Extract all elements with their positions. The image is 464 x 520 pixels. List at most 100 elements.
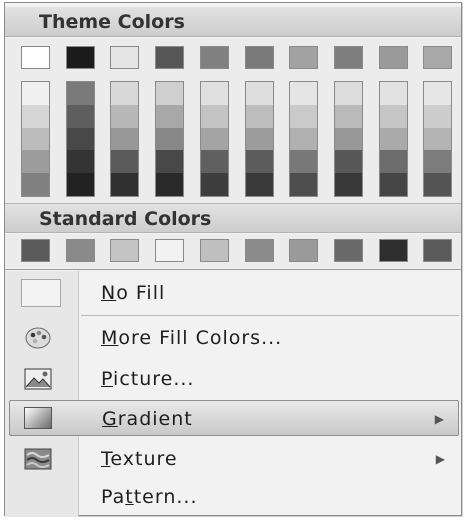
standard-color-swatch[interactable] <box>333 239 363 262</box>
theme-shade-swatch[interactable] <box>66 82 94 105</box>
more-fill-colors-item[interactable]: More Fill Colors... <box>9 320 459 356</box>
theme-shade-swatch[interactable] <box>22 104 49 128</box>
theme-shade-column <box>155 81 185 197</box>
standard-color-swatch[interactable] <box>244 239 274 262</box>
theme-shade-swatch[interactable] <box>334 150 362 174</box>
theme-shade-swatch[interactable] <box>111 104 139 128</box>
picture-icon <box>23 367 53 391</box>
theme-shade-swatch[interactable] <box>200 82 228 105</box>
theme-shade-swatch[interactable] <box>290 82 318 105</box>
theme-shade-swatch[interactable] <box>379 150 407 174</box>
theme-shade-swatch[interactable] <box>22 150 49 174</box>
standard-color-swatch[interactable] <box>423 239 453 262</box>
standard-color-swatch[interactable] <box>378 239 408 262</box>
theme-shade-swatch[interactable] <box>424 173 452 196</box>
theme-shade-column <box>423 81 453 197</box>
theme-shade-swatch[interactable] <box>22 82 49 105</box>
theme-colors-title: Theme Colors <box>39 11 185 33</box>
standard-color-swatch[interactable] <box>289 239 319 262</box>
theme-shade-swatch[interactable] <box>200 173 228 196</box>
theme-shade-swatch[interactable] <box>200 150 228 174</box>
theme-shade-swatch[interactable] <box>156 82 184 105</box>
theme-shade-swatch[interactable] <box>334 127 362 151</box>
texture-icon <box>23 447 53 471</box>
theme-color-swatch[interactable] <box>333 46 363 69</box>
theme-color-swatch[interactable] <box>21 46 50 69</box>
theme-color-swatch[interactable] <box>155 46 185 69</box>
theme-shade-swatch[interactable] <box>156 150 184 174</box>
gradient-label: Gradient <box>102 408 193 430</box>
theme-shade-swatch[interactable] <box>245 104 273 128</box>
theme-shade-swatch[interactable] <box>245 82 273 105</box>
menu-separator <box>81 315 459 316</box>
no-fill-item[interactable]: No Fill <box>9 275 459 311</box>
theme-color-swatch[interactable] <box>244 46 274 69</box>
theme-shade-swatch[interactable] <box>156 127 184 151</box>
theme-shade-swatch[interactable] <box>424 127 452 151</box>
fill-color-dropdown: Theme Colors Standard Colors No Fill Mor… <box>4 2 462 517</box>
theme-colors-header: Theme Colors <box>5 7 461 37</box>
gradient-item[interactable]: Gradient ▶ <box>9 400 459 436</box>
theme-shade-swatch[interactable] <box>111 150 139 174</box>
theme-shade-swatch[interactable] <box>290 104 318 128</box>
divider <box>5 269 461 270</box>
theme-shade-swatch[interactable] <box>334 173 362 196</box>
theme-shade-swatch[interactable] <box>424 150 452 174</box>
theme-shade-swatch[interactable] <box>22 127 49 151</box>
theme-shade-swatch[interactable] <box>200 127 228 151</box>
theme-shade-swatch[interactable] <box>290 150 318 174</box>
theme-color-swatch[interactable] <box>65 46 95 69</box>
more-fill-colors-label: More Fill Colors... <box>101 327 283 349</box>
theme-shade-swatch[interactable] <box>111 173 139 196</box>
theme-shade-swatch[interactable] <box>424 104 452 128</box>
theme-color-swatch[interactable] <box>199 46 229 69</box>
theme-shade-swatch[interactable] <box>66 150 94 174</box>
standard-color-swatch[interactable] <box>199 239 229 262</box>
theme-shade-swatch[interactable] <box>66 127 94 151</box>
theme-shade-swatch[interactable] <box>379 82 407 105</box>
standard-color-swatch[interactable] <box>155 239 185 262</box>
theme-shade-swatch[interactable] <box>22 173 49 196</box>
theme-shade-swatch[interactable] <box>111 127 139 151</box>
theme-shade-swatch[interactable] <box>334 104 362 128</box>
standard-colors-palette <box>5 234 461 268</box>
theme-shade-swatch[interactable] <box>156 173 184 196</box>
theme-shade-column <box>21 81 50 197</box>
standard-color-swatch[interactable] <box>110 239 140 262</box>
theme-shade-swatch[interactable] <box>424 82 452 105</box>
pattern-item[interactable]: Pattern... <box>9 479 459 515</box>
theme-colors-palette <box>5 38 461 203</box>
gradient-icon <box>24 407 52 429</box>
theme-shade-swatch[interactable] <box>290 127 318 151</box>
texture-item[interactable]: Texture ▶ <box>9 441 459 477</box>
theme-color-swatch[interactable] <box>378 46 408 69</box>
theme-shade-swatch[interactable] <box>245 127 273 151</box>
theme-shade-swatch[interactable] <box>245 173 273 196</box>
texture-label: Texture <box>101 448 178 470</box>
theme-shade-swatch[interactable] <box>66 104 94 128</box>
theme-shade-swatch[interactable] <box>379 104 407 128</box>
theme-shade-swatch[interactable] <box>66 173 94 196</box>
no-fill-label: No Fill <box>101 282 166 304</box>
picture-item[interactable]: Picture... <box>9 361 459 397</box>
theme-shade-swatch[interactable] <box>200 104 228 128</box>
theme-shade-swatch[interactable] <box>290 173 318 196</box>
theme-shade-column <box>199 81 229 197</box>
theme-shade-swatch[interactable] <box>334 82 362 105</box>
theme-shade-swatch[interactable] <box>245 150 273 174</box>
theme-shade-swatch[interactable] <box>379 127 407 151</box>
theme-shade-column <box>110 81 140 197</box>
theme-shade-swatch[interactable] <box>379 173 407 196</box>
theme-color-swatch[interactable] <box>423 46 453 69</box>
submenu-arrow-icon: ▶ <box>434 412 444 426</box>
no-fill-icon <box>21 279 61 307</box>
theme-color-swatch[interactable] <box>110 46 140 69</box>
theme-shade-swatch[interactable] <box>111 82 139 105</box>
theme-shade-column <box>289 81 319 197</box>
theme-shade-column <box>378 81 408 197</box>
theme-shade-swatch[interactable] <box>156 104 184 128</box>
standard-color-swatch[interactable] <box>21 239 50 262</box>
theme-color-swatch[interactable] <box>289 46 319 69</box>
theme-shade-column <box>333 81 363 197</box>
standard-color-swatch[interactable] <box>65 239 95 262</box>
